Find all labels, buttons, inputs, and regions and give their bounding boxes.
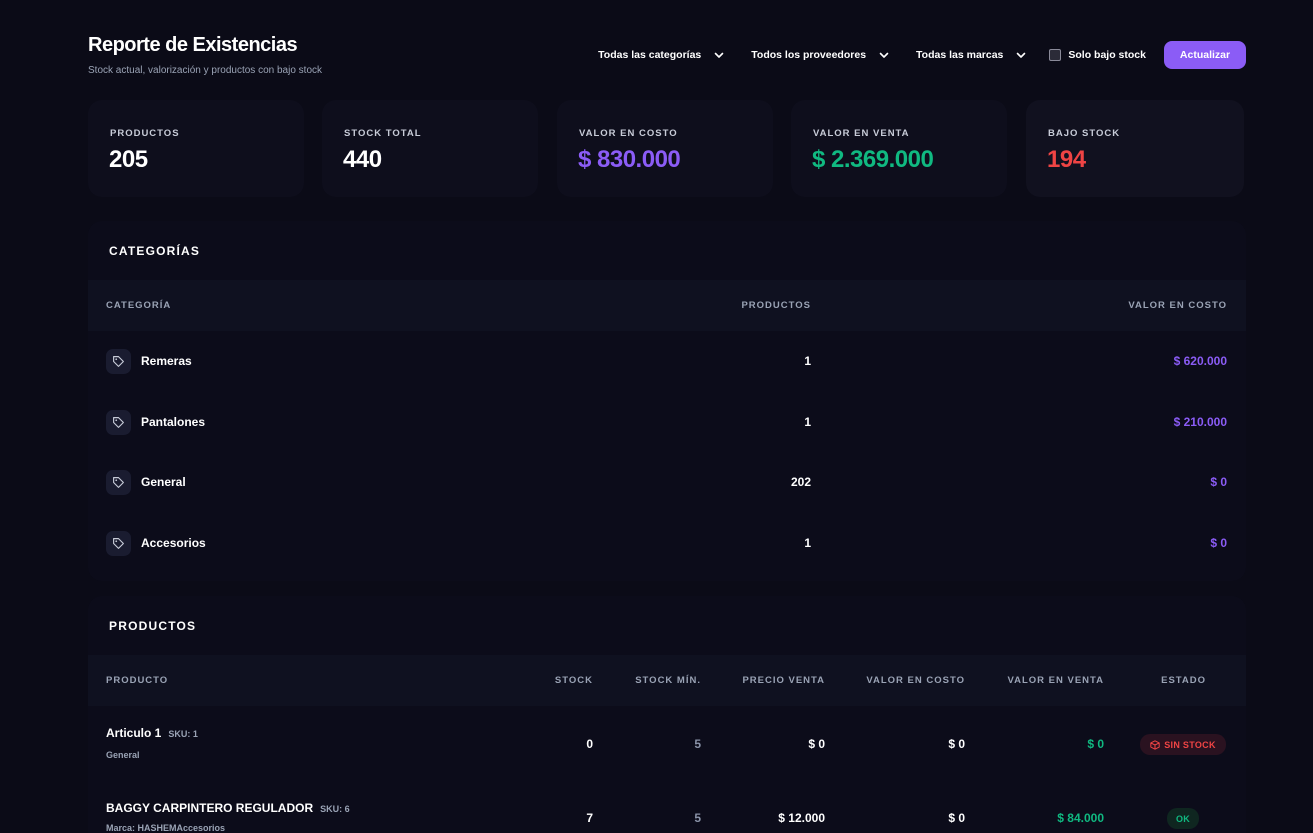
stat-label: PRODUCTOS xyxy=(110,128,180,139)
column-header-category: CATEGORÍA xyxy=(106,300,172,311)
category-products: 1 xyxy=(804,536,811,550)
category-products: 1 xyxy=(804,415,811,429)
stat-label: VALOR EN COSTO xyxy=(579,128,678,139)
stat-card-products: PRODUCTOS 205 xyxy=(88,100,304,197)
product-name-cell: Articulo 1 SKU: 1 xyxy=(106,726,198,740)
page-header: Reporte de Existencias Stock actual, val… xyxy=(88,34,1246,84)
section-title: PRODUCTOS xyxy=(109,619,197,633)
product-name: BAGGY CARPINTERO REGULADOR xyxy=(106,801,314,815)
column-header-status: ESTADO xyxy=(1161,675,1206,686)
stat-card-cost-value: VALOR EN COSTO $ 830.000 xyxy=(557,100,773,197)
filters-bar: Todas las categorías Todos los proveedor… xyxy=(598,41,1246,69)
stat-card-sale-value: VALOR EN VENTA $ 2.369.000 xyxy=(791,100,1007,197)
category-products: 1 xyxy=(804,354,811,368)
status-badge-label: SIN STOCK xyxy=(1164,739,1216,750)
column-header-products: PRODUCTOS xyxy=(741,300,811,311)
chevron-down-icon xyxy=(878,49,890,61)
categories-section: CATEGORÍAS CATEGORÍA PRODUCTOS VALOR EN … xyxy=(88,221,1246,581)
column-header-min-stock: STOCK MÍN. xyxy=(635,675,701,686)
product-sale-price: $ 12.000 xyxy=(778,811,825,825)
chevron-down-icon xyxy=(713,49,725,61)
box-icon xyxy=(1150,739,1160,750)
products-table-header: PRODUCTO STOCK STOCK MÍN. PRECIO VENTA V… xyxy=(88,655,1246,706)
table-row[interactable]: Accesorios 1 $ 0 xyxy=(88,513,1246,573)
stat-card-low-stock: BAJO STOCK 194 xyxy=(1026,100,1244,197)
category-products: 202 xyxy=(790,475,811,489)
table-row[interactable]: Remeras 1 $ 620.000 xyxy=(88,331,1246,391)
product-sale-value: $ 84.000 xyxy=(1057,811,1104,825)
table-row[interactable]: BAGGY CARPINTERO REGULADOR SKU: 6 Marca: … xyxy=(88,782,1246,833)
product-sale-value: $ 0 xyxy=(1087,737,1104,751)
brand-filter-select[interactable]: Todas las marcas xyxy=(916,49,1027,61)
stat-value: 205 xyxy=(109,146,148,173)
column-header-stock: STOCK xyxy=(554,675,593,686)
column-header-cost: VALOR EN COSTO xyxy=(1128,300,1227,311)
status-badge: SIN STOCK xyxy=(1140,734,1226,755)
column-header-product: PRODUCTO xyxy=(106,675,169,686)
tag-icon xyxy=(106,531,131,556)
stat-label: STOCK TOTAL xyxy=(344,128,422,139)
stat-value: 194 xyxy=(1047,146,1086,173)
product-stock: 7 xyxy=(586,811,593,825)
category-filter-select[interactable]: Todas las categorías xyxy=(598,49,725,61)
category-name: General xyxy=(141,475,186,489)
column-header-cost-value: VALOR EN COSTO xyxy=(866,675,965,686)
column-header-sale-value: VALOR EN VENTA xyxy=(1007,675,1104,686)
product-name-cell: BAGGY CARPINTERO REGULADOR SKU: 6 xyxy=(106,801,350,815)
tag-icon xyxy=(106,470,131,495)
product-category: General xyxy=(106,750,140,760)
stat-label: BAJO STOCK xyxy=(1048,128,1121,139)
stat-value: 440 xyxy=(343,146,382,173)
product-sale-price: $ 0 xyxy=(808,737,825,751)
table-row[interactable]: Pantalones 1 $ 210.000 xyxy=(88,392,1246,452)
chevron-down-icon xyxy=(1015,49,1027,61)
low-stock-label: Solo bajo stock xyxy=(1068,49,1146,61)
table-row[interactable]: Articulo 1 SKU: 1 General 0 5 $ 0 $ 0 $ 0… xyxy=(88,708,1246,782)
category-cost: $ 210.000 xyxy=(1173,415,1227,429)
low-stock-checkbox[interactable]: Solo bajo stock xyxy=(1049,49,1146,61)
product-stock: 0 xyxy=(586,737,593,751)
category-cost: $ 620.000 xyxy=(1173,354,1227,368)
tag-icon xyxy=(106,349,131,374)
category-filter-label: Todas las categorías xyxy=(598,49,702,61)
stats-row: PRODUCTOS 205 STOCK TOTAL 440 VALOR EN C… xyxy=(88,100,1246,197)
product-sku: SKU: 1 xyxy=(168,729,198,739)
stat-value: $ 830.000 xyxy=(578,146,681,173)
product-sku: SKU: 6 xyxy=(320,804,350,814)
tag-icon xyxy=(106,410,131,435)
categories-table-header: CATEGORÍA PRODUCTOS VALOR EN COSTO xyxy=(88,280,1246,331)
category-name: Remeras xyxy=(141,354,192,368)
column-header-sale-price: PRECIO VENTA xyxy=(742,675,825,686)
product-min-stock: 5 xyxy=(694,737,701,751)
table-row[interactable]: General 202 $ 0 xyxy=(88,452,1246,512)
brand-filter-label: Todas las marcas xyxy=(916,49,1004,61)
category-name: Pantalones xyxy=(141,415,206,429)
supplier-filter-select[interactable]: Todos los proveedores xyxy=(751,49,890,61)
category-cost: $ 0 xyxy=(1210,475,1227,489)
stat-card-stock-total: STOCK TOTAL 440 xyxy=(322,100,538,197)
stat-label: VALOR EN VENTA xyxy=(813,128,910,139)
checkbox-box[interactable] xyxy=(1049,49,1062,61)
product-brand: Marca: HASHEMAccesorios xyxy=(106,823,226,833)
category-cost: $ 0 xyxy=(1210,536,1227,550)
product-cost-value: $ 0 xyxy=(948,811,965,825)
update-button[interactable]: Actualizar xyxy=(1164,41,1246,69)
supplier-filter-label: Todos los proveedores xyxy=(751,49,867,61)
products-section: PRODUCTOS PRODUCTO STOCK STOCK MÍN. PREC… xyxy=(88,596,1246,833)
category-name: Accesorios xyxy=(141,536,206,550)
product-min-stock: 5 xyxy=(694,811,701,825)
status-badge: OK xyxy=(1167,808,1199,829)
stat-value: $ 2.369.000 xyxy=(812,146,934,173)
section-title: CATEGORÍAS xyxy=(109,244,201,258)
product-cost-value: $ 0 xyxy=(948,737,965,751)
product-name: Articulo 1 xyxy=(106,726,162,740)
status-badge-label: OK xyxy=(1175,813,1191,824)
